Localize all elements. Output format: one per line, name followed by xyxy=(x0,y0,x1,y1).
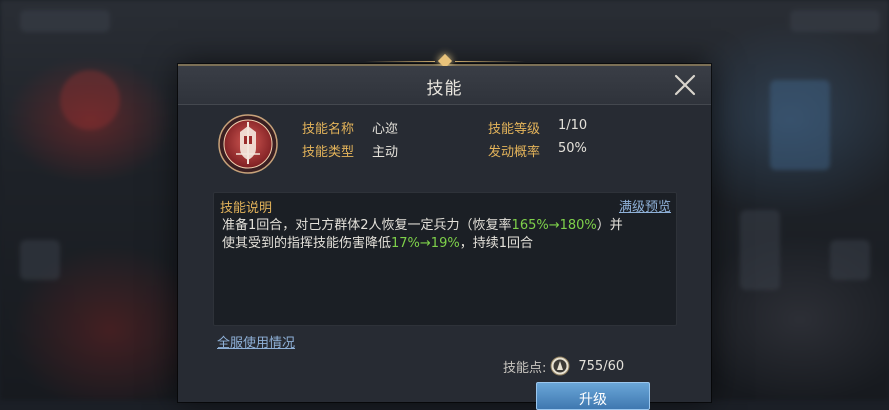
skill-point-coin-icon xyxy=(550,356,570,376)
helmet-emblem-icon xyxy=(218,114,278,174)
skill-points-label: 技能点: xyxy=(503,360,547,376)
description-text: 准备1回合，对己方群体2人恢复一定兵力（恢复率165%→180%）并 使其受到的… xyxy=(222,217,668,253)
skill-points: 技能点: 755/60 xyxy=(503,355,624,377)
trigger-chance-label: 发动概率 xyxy=(488,145,541,160)
trigger-chance-value: 50% xyxy=(558,141,587,156)
max-level-preview-link[interactable]: 满级预览 xyxy=(619,196,671,215)
close-icon[interactable] xyxy=(673,73,697,97)
heal-rate-highlight: 165%→180% xyxy=(511,218,597,233)
skill-level-value: 1/10 xyxy=(558,118,588,133)
dialog-header: 技能 xyxy=(178,66,711,105)
server-usage-link[interactable]: 全服使用情况 xyxy=(217,332,295,351)
skill-type-value: 主动 xyxy=(372,145,399,160)
dialog-title: 技能 xyxy=(426,79,463,99)
skill-name-label: 技能名称 xyxy=(302,122,355,137)
damage-reduction-highlight: 17%→19% xyxy=(391,236,460,251)
skill-level-label: 技能等级 xyxy=(488,122,541,137)
description-title: 技能说明 xyxy=(220,201,273,216)
skill-type-label: 技能类型 xyxy=(302,145,355,160)
skill-dialog: 技能 技能名称 心迩 技能等级 1/10 技能类型 主动 发动概率 50% 技能… xyxy=(178,53,711,410)
upgrade-button[interactable]: 升级 xyxy=(536,382,650,410)
desc-line1-text: 准备1回合，对己方群体2人恢复一定兵力（恢复率 xyxy=(222,218,512,233)
skill-name-value: 心迩 xyxy=(372,122,399,137)
desc-line2-tail: ，持续1回合 xyxy=(459,236,533,251)
desc-line1-tail: ）并 xyxy=(596,218,623,233)
description-panel: 技能说明 满级预览 准备1回合，对己方群体2人恢复一定兵力（恢复率165%→18… xyxy=(213,192,677,326)
skill-points-value: 755/60 xyxy=(578,358,625,374)
desc-line2-text: 使其受到的指挥技能伤害降低 xyxy=(222,236,392,251)
